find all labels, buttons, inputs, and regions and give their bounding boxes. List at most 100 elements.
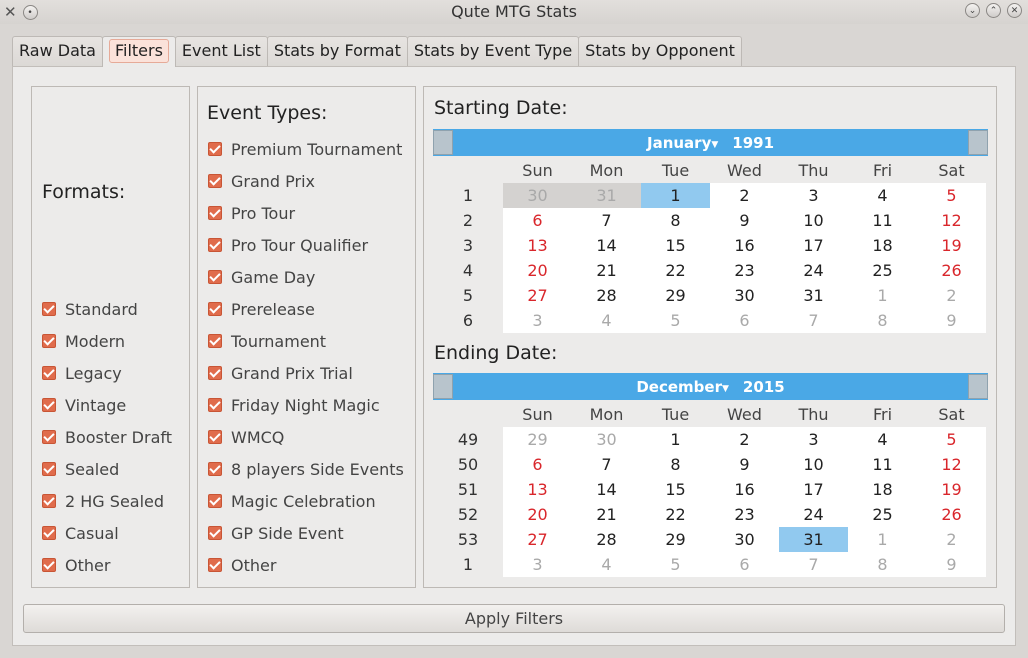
tab-event-list[interactable]: Event List [174, 36, 268, 66]
checkbox-row[interactable]: Sealed [42, 457, 119, 481]
checkbox[interactable] [208, 494, 222, 508]
calendar-day[interactable]: 3 [503, 308, 572, 333]
calendar-day[interactable]: 25 [848, 502, 917, 527]
tab-filters[interactable]: Filters [101, 36, 176, 67]
calendar-day[interactable]: 23 [710, 258, 779, 283]
calendar-day[interactable]: 30 [503, 183, 572, 208]
calendar-day[interactable]: 15 [641, 233, 710, 258]
calendar-day[interactable]: 6 [503, 208, 572, 233]
close-icon[interactable]: ✕ [1007, 3, 1022, 18]
calendar-day[interactable]: 1 [641, 427, 710, 452]
calendar-day[interactable]: 30 [710, 283, 779, 308]
tab-stats-by-format[interactable]: Stats by Format [266, 36, 408, 66]
checkbox[interactable] [208, 142, 222, 156]
checkbox-row[interactable]: Pro Tour [208, 201, 295, 225]
calendar-day[interactable]: 8 [848, 308, 917, 333]
calendar-day[interactable]: 11 [848, 452, 917, 477]
calendar-day[interactable]: 22 [641, 258, 710, 283]
checkbox-row[interactable]: Casual [42, 521, 119, 545]
calendar-day[interactable]: 28 [572, 527, 641, 552]
calendar-day[interactable]: 15 [641, 477, 710, 502]
calendar-day[interactable]: 17 [779, 477, 848, 502]
checkbox-row[interactable]: Tournament [208, 329, 326, 353]
checkbox[interactable] [208, 206, 222, 220]
tab-raw-data[interactable]: Raw Data [12, 36, 103, 66]
checkbox[interactable] [208, 462, 222, 476]
calendar-day[interactable]: 29 [641, 527, 710, 552]
calendar-day[interactable]: 8 [641, 208, 710, 233]
calendar-day[interactable]: 31 [779, 283, 848, 308]
calendar-day[interactable]: 2 [917, 283, 986, 308]
calendar-day[interactable]: 29 [503, 427, 572, 452]
checkbox[interactable] [42, 334, 56, 348]
calendar-day[interactable]: 8 [641, 452, 710, 477]
checkbox-row[interactable]: Modern [42, 329, 125, 353]
calendar-day[interactable]: 2 [710, 427, 779, 452]
calendar-day[interactable]: 3 [779, 427, 848, 452]
checkbox-row[interactable]: Standard [42, 297, 138, 321]
checkbox[interactable] [208, 302, 222, 316]
calendar-day[interactable]: 30 [572, 427, 641, 452]
checkbox-row[interactable]: Other [208, 553, 276, 577]
calendar-day[interactable]: 24 [779, 502, 848, 527]
calendar-day[interactable]: 31 [572, 183, 641, 208]
calendar-day[interactable]: 10 [779, 452, 848, 477]
calendar-day[interactable]: 24 [779, 258, 848, 283]
calendar-day[interactable]: 13 [503, 233, 572, 258]
calendar-day[interactable]: 18 [848, 477, 917, 502]
calendar-day[interactable]: 4 [572, 552, 641, 577]
calendar-day[interactable]: 29 [641, 283, 710, 308]
checkbox-row[interactable]: GP Side Event [208, 521, 344, 545]
calendar-day[interactable]: 22 [641, 502, 710, 527]
calendar-day[interactable]: 3 [779, 183, 848, 208]
checkbox-row[interactable]: Magic Celebration [208, 489, 376, 513]
checkbox[interactable] [208, 398, 222, 412]
calendar-day[interactable]: 7 [572, 452, 641, 477]
checkbox[interactable] [208, 558, 222, 572]
calendar-day[interactable]: 4 [848, 183, 917, 208]
calendar-day[interactable]: 5 [641, 552, 710, 577]
checkbox[interactable] [208, 526, 222, 540]
checkbox[interactable] [42, 398, 56, 412]
calendar-day[interactable]: 16 [710, 233, 779, 258]
checkbox-row[interactable]: Legacy [42, 361, 122, 385]
calendar-day[interactable]: 5 [917, 427, 986, 452]
checkbox-row[interactable]: Vintage [42, 393, 126, 417]
calendar-day[interactable]: 9 [917, 552, 986, 577]
month-dropdown[interactable]: December [636, 378, 722, 396]
calendar-day[interactable]: 20 [503, 258, 572, 283]
calendar-day[interactable]: 13 [503, 477, 572, 502]
maximize-icon[interactable]: ⌃ [986, 3, 1001, 18]
calendar-day[interactable]: 6 [710, 552, 779, 577]
minimize-icon[interactable]: ⌄ [965, 3, 980, 18]
calendar-day[interactable]: 4 [848, 427, 917, 452]
checkbox[interactable] [42, 462, 56, 476]
calendar-day[interactable]: 7 [572, 208, 641, 233]
calendar-day[interactable]: 21 [572, 502, 641, 527]
calendar-day[interactable]: 18 [848, 233, 917, 258]
calendar-day[interactable]: 27 [503, 283, 572, 308]
checkbox-row[interactable]: Premium Tournament [208, 137, 402, 161]
calendar-day[interactable]: 7 [779, 552, 848, 577]
checkbox-row[interactable]: Grand Prix [208, 169, 315, 193]
calendar-day[interactable]: 30 [710, 527, 779, 552]
calendar-day[interactable]: 6 [503, 452, 572, 477]
calendar-day[interactable]: 19 [917, 233, 986, 258]
calendar-day[interactable]: 12 [917, 452, 986, 477]
calendar-day[interactable]: 2 [710, 183, 779, 208]
checkbox[interactable] [208, 174, 222, 188]
checkbox-row[interactable]: Game Day [208, 265, 315, 289]
calendar-day[interactable]: 1 [641, 183, 710, 208]
tab-stats-by-event-type[interactable]: Stats by Event Type [406, 36, 580, 66]
year-spinner[interactable]: 1991 [732, 134, 774, 152]
calendar-day[interactable]: 6 [710, 308, 779, 333]
checkbox[interactable] [42, 302, 56, 316]
calendar-day[interactable]: 3 [503, 552, 572, 577]
checkbox-row[interactable]: WMCQ [208, 425, 284, 449]
calendar-day[interactable]: 16 [710, 477, 779, 502]
window-menu-icon[interactable]: • [22, 4, 38, 20]
calendar-day[interactable]: 9 [917, 308, 986, 333]
calendar-day[interactable]: 5 [641, 308, 710, 333]
calendar-day[interactable]: 1 [848, 283, 917, 308]
calendar-day[interactable]: 9 [710, 452, 779, 477]
